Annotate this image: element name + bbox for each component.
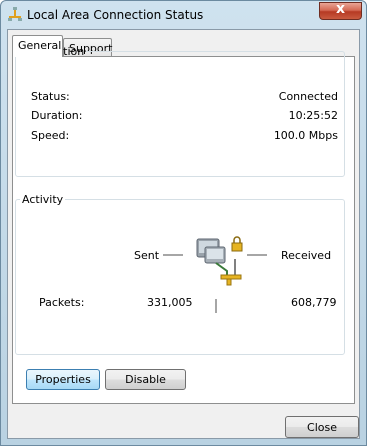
network-connection-icon: [8, 7, 22, 21]
disable-button[interactable]: Disable: [105, 369, 186, 390]
status-window: Local Area Connection Status x Support G…: [0, 0, 367, 446]
close-button[interactable]: Close: [285, 416, 359, 438]
title-bar[interactable]: Local Area Connection Status x: [1, 1, 366, 29]
speed-label: Speed:: [31, 129, 70, 142]
status-value: Connected: [278, 90, 338, 103]
packets-label: Packets:: [39, 296, 85, 309]
window-title: Local Area Connection Status: [27, 8, 204, 22]
speed-value: 100.0 Mbps: [273, 129, 338, 142]
sent-label: Sent: [134, 249, 160, 262]
packets-received-value: 608,779: [291, 296, 337, 309]
duration-label: Duration:: [31, 109, 83, 122]
tab-general-label: General: [18, 39, 62, 52]
close-icon: x: [335, 1, 346, 17]
packets-sent-value: 331,005: [147, 296, 193, 309]
received-label: Received: [281, 249, 332, 262]
activity-group-title: Activity: [22, 193, 64, 206]
status-label: Status:: [31, 90, 70, 103]
close-window-button[interactable]: x: [319, 1, 362, 20]
duration-value: 10:25:52: [288, 109, 338, 122]
properties-button[interactable]: Properties: [26, 369, 100, 390]
tab-general[interactable]: General: [12, 35, 63, 57]
